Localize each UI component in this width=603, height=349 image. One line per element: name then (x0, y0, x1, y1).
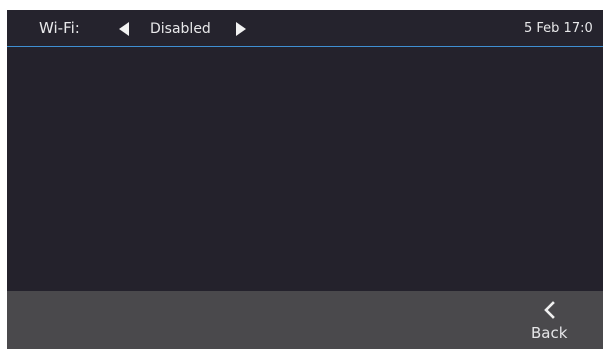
content-area (7, 47, 603, 291)
back-label: Back (531, 324, 568, 342)
footer-bar: Back (7, 291, 603, 349)
wifi-setting-value: Disabled (150, 21, 211, 37)
status-header: Wi-Fi: Disabled 5 Feb 17:0 (7, 10, 603, 47)
chevron-left-icon (544, 301, 555, 319)
wifi-setting-label: Wi-Fi: (39, 19, 80, 37)
back-button[interactable]: Back (525, 299, 575, 347)
caret-right-icon[interactable] (236, 22, 246, 36)
caret-left-icon[interactable] (119, 22, 129, 36)
device-screen: Wi-Fi: Disabled 5 Feb 17:0 Back (7, 10, 603, 349)
date-time: 5 Feb 17:0 (524, 21, 593, 36)
